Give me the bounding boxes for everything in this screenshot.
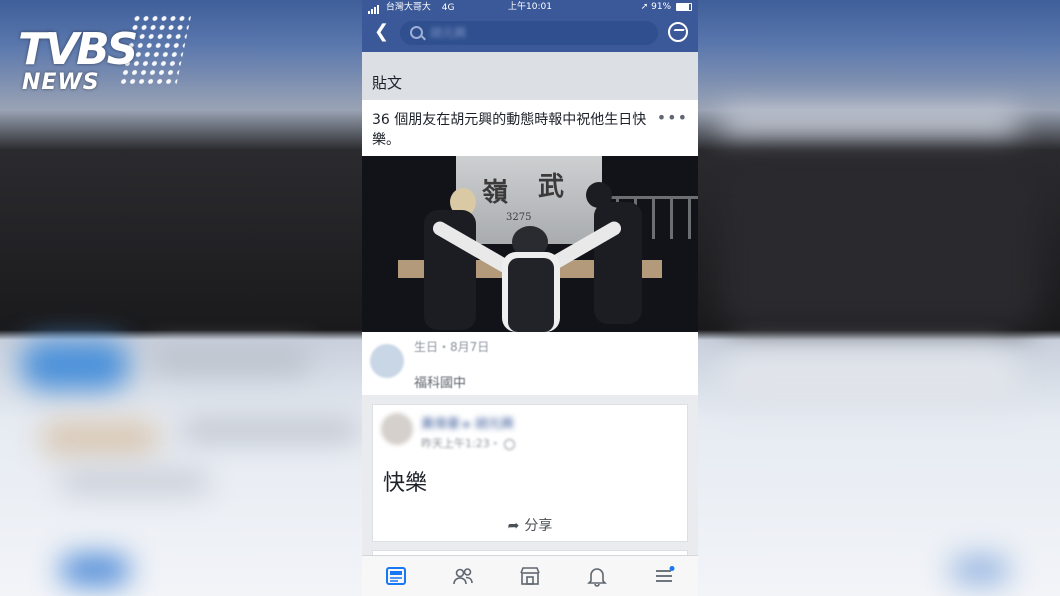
avatar[interactable] [381, 413, 413, 445]
post-author[interactable]: 黃偉豪 ▸ 胡元興 [421, 413, 514, 432]
person-right [594, 202, 642, 324]
post-timestamp-text: 昨天上午1:23・ [421, 437, 501, 450]
stone-sign-char: 嶺 [482, 178, 509, 208]
backpack [508, 258, 554, 332]
section-header: 貼文 [362, 52, 698, 100]
share-button[interactable]: ➦ 分享 [373, 515, 687, 535]
nav-bar: ❮ 胡元興 [362, 14, 698, 52]
search-value: 胡元興 [430, 26, 467, 40]
share-icon: ➦ [507, 518, 520, 534]
back-arrow-icon[interactable]: ❮ [374, 22, 390, 42]
tab-menu[interactable] [652, 564, 676, 588]
post-message: 快樂 [383, 471, 428, 496]
post-timestamp[interactable]: 昨天上午1:23・ [421, 435, 515, 451]
wall-post: 黃偉豪 ▸ 胡元興 昨天上午1:23・ 快樂 ➦ 分享 [372, 404, 688, 542]
profile-strip[interactable]: 生日・8月7日 福科國中 [362, 332, 698, 395]
tab-notifications[interactable] [585, 564, 609, 588]
logo-news-text: NEWS [22, 70, 100, 95]
tab-news-feed[interactable] [384, 564, 408, 588]
section-title: 貼文 [372, 74, 403, 92]
battery-percent: 91% [651, 2, 672, 12]
notifications-icon [587, 568, 607, 587]
more-options-icon[interactable]: ••• [657, 108, 688, 127]
logo-tvbs-text: TVBS [18, 24, 138, 75]
stone-sign-char: 武 [538, 172, 565, 202]
marketplace-icon [520, 567, 540, 585]
friends-icon [453, 568, 473, 585]
tab-friends[interactable] [451, 564, 475, 588]
birthday-card: 36 個朋友在胡元興的動態時報中祝他生日快樂。 ••• 嶺 武 3275 生日・… [362, 100, 698, 395]
profile-birthday: 生日・8月7日 [414, 340, 490, 354]
birthday-card-text: 36 個朋友在胡元興的動態時報中祝他生日快樂。 [372, 112, 647, 148]
profile-avatar[interactable] [370, 344, 404, 378]
birthday-photo[interactable]: 嶺 武 3275 [362, 156, 698, 332]
battery-info: ➚ 91% [641, 0, 692, 14]
location-arrow-icon: ➚ [640, 2, 649, 12]
tab-marketplace[interactable] [518, 564, 542, 588]
phone-screen: 台灣大哥大 4G 上午10:01 ➚ 91% ❮ 胡元興 貼文 36 個朋友在胡… [362, 0, 698, 596]
tab-bar [362, 555, 698, 596]
search-icon [410, 26, 423, 39]
battery-icon [676, 2, 692, 11]
menu-icon [656, 566, 675, 582]
news-feed-icon [386, 567, 406, 585]
stone-sign-sub: 3275 [506, 212, 532, 223]
globe-icon [503, 438, 515, 450]
messenger-icon[interactable] [668, 22, 688, 42]
tvbs-news-logo: TVBS NEWS [18, 12, 192, 102]
profile-school: 福科國中 [414, 376, 467, 391]
search-input[interactable]: 胡元興 [400, 21, 658, 45]
share-label: 分享 [524, 518, 553, 534]
status-bar: 台灣大哥大 4G 上午10:01 ➚ 91% [362, 0, 698, 14]
